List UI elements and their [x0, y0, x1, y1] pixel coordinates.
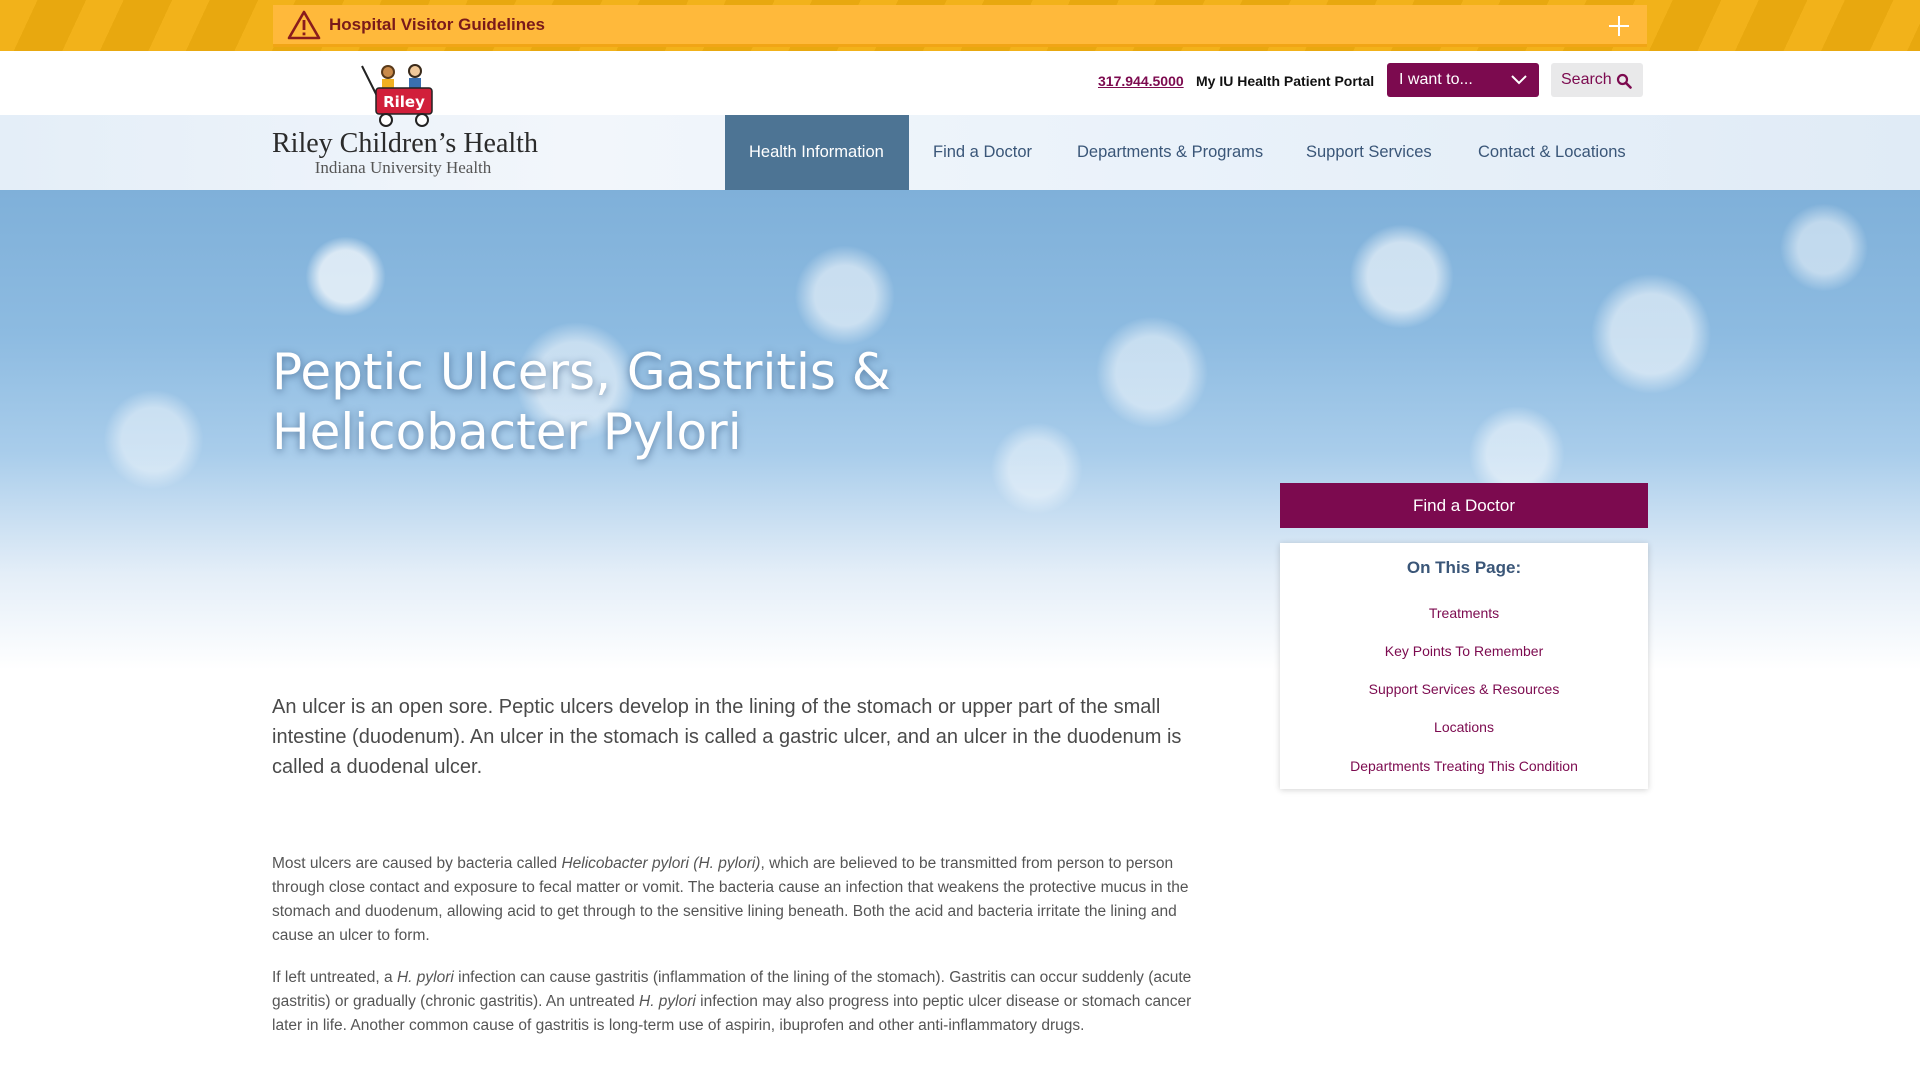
nav-find-a-doctor[interactable]: Find a Doctor [909, 115, 1056, 190]
visitor-guidelines-alert[interactable]: Hospital Visitor Guidelines [273, 5, 1647, 47]
p2-text-a: If left untreated, a [272, 969, 397, 986]
on-this-page-title: On This Page: [1406, 558, 1522, 577]
on-page-link-treatments[interactable]: Treatments [1280, 605, 1648, 621]
on-page-link-key-points[interactable]: Key Points To Remember [1280, 643, 1648, 659]
nav-departments-programs[interactable]: Departments & Programs [1053, 115, 1287, 190]
on-page-link-departments[interactable]: Departments Treating This Condition [1280, 758, 1648, 774]
logo-subtitle: Indiana University Health [314, 158, 492, 177]
body-paragraph-2: If left untreated, a H. pylori infection… [272, 966, 1192, 1038]
warning-triangle-icon [287, 10, 321, 39]
find-a-doctor-button[interactable]: Find a Doctor [1280, 483, 1648, 528]
nav-support-services[interactable]: Support Services [1282, 115, 1456, 190]
search-icon [1616, 73, 1632, 89]
search-button[interactable]: Search [1551, 63, 1643, 97]
riley-wagon-icon: Riley [361, 64, 433, 127]
nav-contact-locations[interactable]: Contact & Locations [1454, 115, 1650, 190]
page-title: Peptic Ulcers, Gastritis & Helicobacter … [272, 343, 891, 461]
on-page-link-support-services[interactable]: Support Services & Resources [1280, 681, 1648, 697]
alert-strip: Hospital Visitor Guidelines [0, 0, 1920, 51]
phone-link[interactable]: 317.944.5000 [1098, 73, 1184, 89]
i-want-to-dropdown[interactable]: I want to... [1387, 63, 1539, 97]
p1-scientific-name: Helicobacter pylori (H. pylori) [561, 855, 761, 872]
p1-text-a: Most ulcers are caused by bacteria calle… [272, 855, 562, 872]
chevron-down-icon [1511, 75, 1527, 85]
nav-health-information[interactable]: Health Information [725, 115, 909, 190]
plus-icon[interactable] [1607, 14, 1631, 38]
p2-scientific-name-1: H. pylori [396, 969, 454, 986]
logo-badge-text: Riley [383, 93, 425, 111]
body-paragraph-1: Most ulcers are caused by bacteria calle… [272, 852, 1192, 948]
patient-portal-link[interactable]: My IU Health Patient Portal [1196, 73, 1374, 89]
p2-scientific-name-2: H. pylori [639, 993, 696, 1010]
intro-paragraph: An ulcer is an open sore. Peptic ulcers … [272, 696, 1182, 778]
search-label: Search [1561, 71, 1612, 88]
riley-logo[interactable]: Riley Riley Children’s Health Indiana Un… [272, 58, 538, 178]
alert-title: Hospital Visitor Guidelines [329, 14, 546, 34]
on-page-link-locations[interactable]: Locations [1280, 719, 1648, 735]
logo-title: Riley Children’s Health [272, 128, 538, 159]
on-this-page-box: On This Page: Treatments Key Points To R… [1280, 543, 1648, 789]
i-want-to-label: I want to... [1399, 71, 1473, 88]
